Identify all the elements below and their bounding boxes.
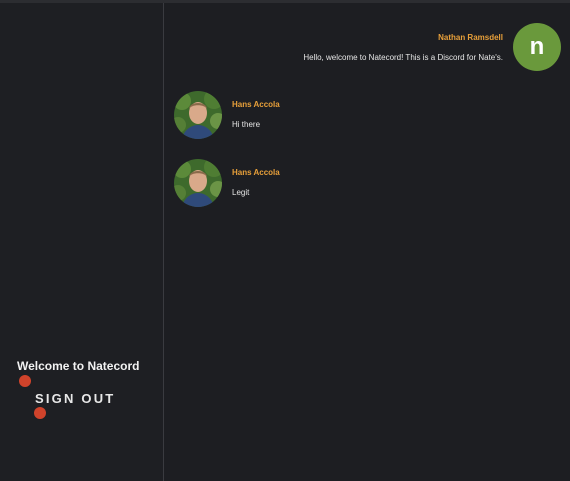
message-text: Hello, welcome to Natecord! This is a Di… xyxy=(303,53,503,62)
message-item: Hans Accola Hi there xyxy=(174,91,280,139)
message-text: Hi there xyxy=(232,120,261,129)
message-item: Hans Accola Legit xyxy=(174,159,280,207)
message-author: Nathan Ramsdell xyxy=(438,33,503,42)
welcome-heading: Welcome to Natecord xyxy=(17,359,140,373)
avatar xyxy=(174,91,222,139)
message-author: Hans Accola xyxy=(232,168,280,177)
message-text: Legit xyxy=(232,188,250,197)
sidebar: Welcome to Natecord SIGN OUT xyxy=(0,3,164,481)
avatar xyxy=(174,159,222,207)
sign-out-button[interactable]: SIGN OUT xyxy=(35,391,115,406)
avatar: n xyxy=(513,23,561,71)
message-list: Nathan Ramsdell Hello, welcome to Nateco… xyxy=(164,3,570,481)
decorative-dot-top xyxy=(19,375,31,387)
message-author: Hans Accola xyxy=(232,100,280,109)
decorative-dot-bottom xyxy=(34,407,46,419)
message-item: Nathan Ramsdell Hello, welcome to Nateco… xyxy=(303,23,561,71)
